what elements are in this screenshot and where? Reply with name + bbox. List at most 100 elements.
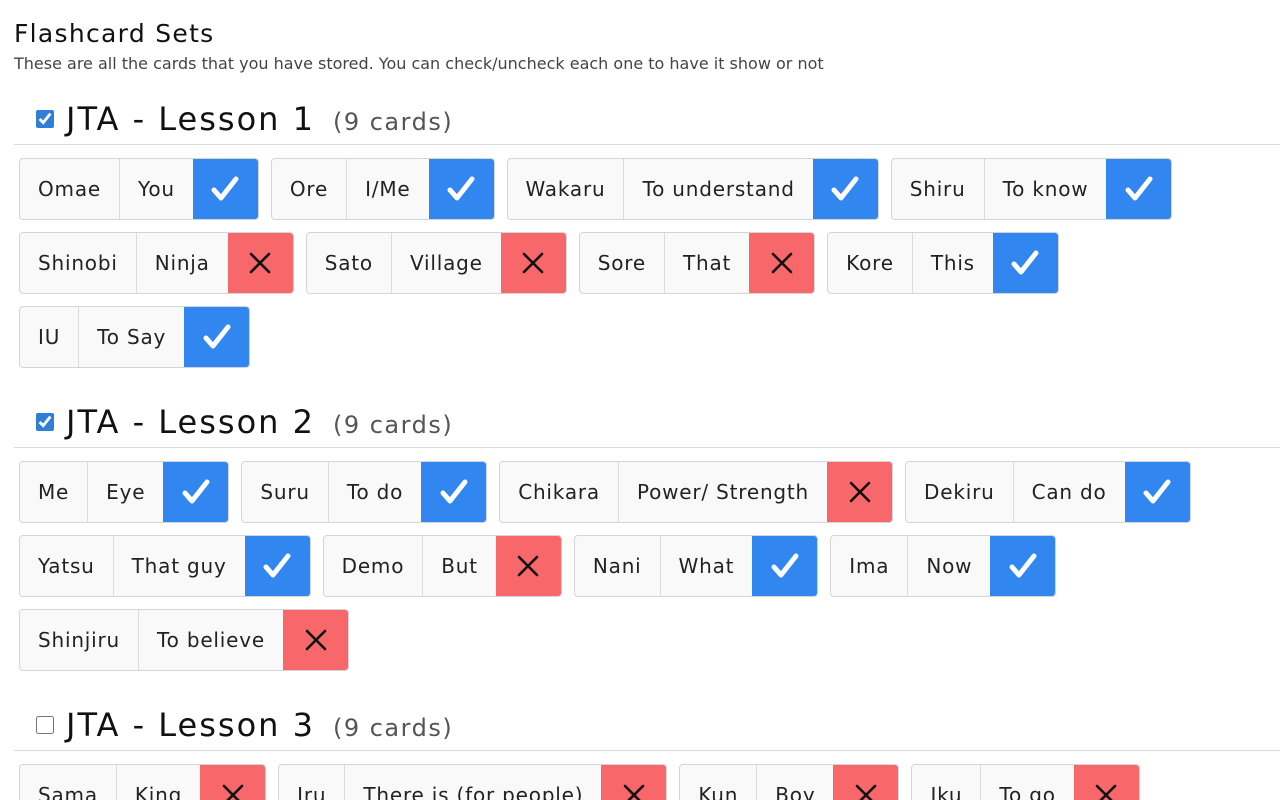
- flashcard: Nani What: [573, 535, 819, 597]
- set-name: JTA - Lesson 1: [66, 100, 315, 138]
- card-disabled-toggle[interactable]: [827, 462, 893, 522]
- card-term: Omae: [20, 159, 120, 219]
- card-meaning: But: [441, 554, 478, 578]
- card-meaning: I/Me: [365, 177, 411, 201]
- card-meaning: Ninja: [154, 251, 210, 275]
- checkmark-icon: [830, 174, 860, 204]
- flashcard: Shinjiru To believe: [19, 609, 349, 671]
- flashcard: Yatsu That guy: [19, 535, 311, 597]
- page-header: Flashcard Sets These are all the cards t…: [14, 18, 824, 74]
- set-visibility-checkbox[interactable]: [36, 716, 54, 734]
- card-enabled-toggle[interactable]: [184, 307, 250, 367]
- card-meaning: To Say: [97, 325, 167, 349]
- close-icon: [847, 479, 873, 505]
- card-term: Kore: [828, 233, 913, 293]
- card-term: Shinjiru: [20, 610, 140, 670]
- flashcard: Me Eye: [19, 461, 230, 523]
- card-disabled-toggle[interactable]: [200, 765, 266, 800]
- flashcard: Ore I/Me: [270, 158, 495, 220]
- set-name: JTA - Lesson 2: [66, 403, 315, 441]
- card-meaning: To believe: [157, 628, 265, 652]
- card-enabled-toggle[interactable]: [990, 536, 1056, 596]
- card-meaning: That: [682, 251, 732, 275]
- set-visibility-checkbox[interactable]: [36, 110, 54, 128]
- card-meaning: Now: [926, 554, 973, 578]
- flashcard: Sama King: [19, 764, 267, 800]
- set-heading: JTA - Lesson 1 (9 cards): [36, 99, 1280, 139]
- card-list: Me Eye Suru To do Chikara Power/ Strength Deki…: [19, 461, 1269, 671]
- card-enabled-toggle[interactable]: [163, 462, 229, 522]
- close-icon: [1093, 782, 1119, 800]
- card-enabled-toggle[interactable]: [244, 536, 310, 596]
- card-term: Sama: [20, 765, 117, 800]
- card-meaning: What: [678, 554, 735, 578]
- card-meaning: Boy: [775, 783, 816, 800]
- flashcard: Kun Boy: [679, 764, 900, 800]
- card-term: Iru: [279, 765, 346, 800]
- close-icon: [220, 782, 246, 800]
- card-enabled-toggle[interactable]: [752, 536, 818, 596]
- close-icon: [303, 627, 329, 653]
- card-term: Shinobi: [20, 233, 137, 293]
- card-meaning: King: [134, 783, 183, 800]
- card-meaning: To understand: [642, 177, 795, 201]
- close-icon: [520, 250, 546, 276]
- close-icon: [621, 782, 647, 800]
- card-term: Nani: [575, 536, 661, 596]
- flashcard: Shiru To know: [890, 158, 1173, 220]
- card-meaning: Eye: [106, 480, 146, 504]
- card-enabled-toggle[interactable]: [1124, 462, 1190, 522]
- flashcard: IU To Say: [19, 306, 251, 368]
- set-visibility-checkbox[interactable]: [36, 413, 54, 431]
- card-term: Dekiru: [906, 462, 1014, 522]
- card-term: Ore: [272, 159, 348, 219]
- card-disabled-toggle[interactable]: [1073, 765, 1139, 800]
- card-term: Yatsu: [20, 536, 114, 596]
- card-disabled-toggle[interactable]: [500, 233, 566, 293]
- card-meaning: To do: [346, 480, 404, 504]
- flashcard: Dekiru Can do: [905, 461, 1191, 523]
- card-term: Suru: [242, 462, 329, 522]
- card-enabled-toggle[interactable]: [428, 159, 494, 219]
- card-disabled-toggle[interactable]: [227, 233, 293, 293]
- page-title: Flashcard Sets: [14, 19, 215, 48]
- set-divider: [14, 447, 1280, 448]
- checkmark-icon: [1142, 477, 1172, 507]
- flashcard-set: JTA - Lesson 1 (9 cards) Omae You Ore I/Me W…: [0, 99, 1280, 368]
- close-icon: [853, 782, 879, 800]
- card-term: Iku: [912, 765, 982, 800]
- flashcard: Kore This: [827, 232, 1059, 294]
- card-disabled-toggle[interactable]: [283, 610, 348, 670]
- checkmark-icon: [1124, 174, 1154, 204]
- card-meaning: Village: [409, 251, 483, 275]
- flashcard-set: JTA - Lesson 3 (9 cards) Sama King Iru Ther…: [0, 705, 1280, 800]
- card-term: Demo: [324, 536, 424, 596]
- checkmark-icon: [181, 477, 211, 507]
- card-term: Sato: [307, 233, 392, 293]
- checkmark-icon: [1008, 551, 1038, 581]
- card-enabled-toggle[interactable]: [421, 462, 487, 522]
- card-disabled-toggle[interactable]: [833, 765, 899, 800]
- card-enabled-toggle[interactable]: [812, 159, 878, 219]
- card-disabled-toggle[interactable]: [601, 765, 667, 800]
- flashcard: Suru To do: [241, 461, 488, 523]
- card-enabled-toggle[interactable]: [992, 233, 1058, 293]
- flashcard: Sato Village: [305, 232, 567, 294]
- checkmark-icon: [439, 477, 469, 507]
- set-heading: JTA - Lesson 2 (9 cards): [36, 402, 1280, 442]
- flashcard-set: JTA - Lesson 2 (9 cards) Me Eye Suru To do C…: [0, 402, 1280, 671]
- checkmark-icon: [1010, 248, 1040, 278]
- card-meaning: Can do: [1031, 480, 1107, 504]
- set-divider: [14, 144, 1280, 145]
- flashcard: Demo But: [322, 535, 562, 597]
- flashcard: Omae You: [19, 158, 259, 220]
- page-subtitle: These are all the cards that you have st…: [14, 54, 824, 73]
- card-list: Omae You Ore I/Me Wakaru To understand Shiru To…: [19, 158, 1269, 368]
- set-card-count: (9 cards): [332, 108, 454, 136]
- card-enabled-toggle[interactable]: [192, 159, 258, 219]
- card-disabled-toggle[interactable]: [495, 536, 561, 596]
- flashcard: Iku To go: [911, 764, 1140, 800]
- card-enabled-toggle[interactable]: [1106, 159, 1172, 219]
- card-disabled-toggle[interactable]: [749, 233, 815, 293]
- checkmark-icon: [262, 551, 292, 581]
